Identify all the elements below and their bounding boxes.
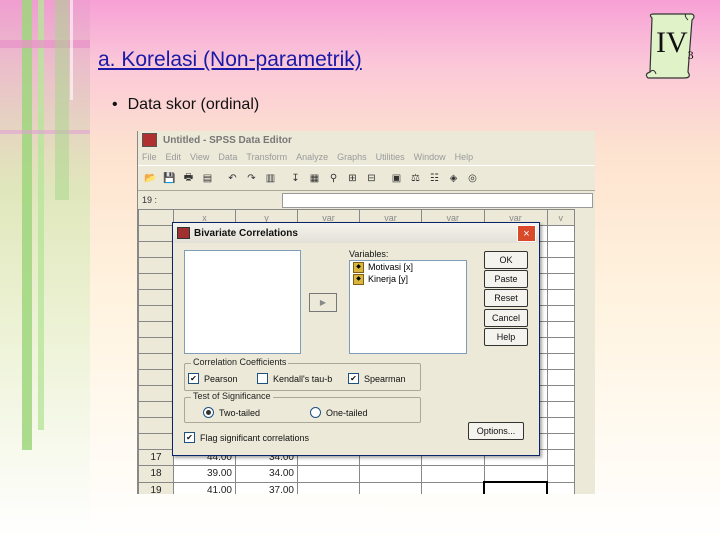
slide-title: a. Korelasi (Non-parametrik): [98, 48, 362, 71]
save-icon[interactable]: 💾: [161, 170, 178, 187]
option-label: Pearson: [204, 373, 238, 384]
row-number[interactable]: 18: [138, 465, 174, 483]
flag-significant-checkbox[interactable]: ✔ Flag significant correlations: [184, 432, 309, 443]
window-title: Untitled - SPSS Data Editor: [163, 134, 292, 146]
cell-y[interactable]: 34.00: [235, 465, 298, 483]
bullet-item: • Data skor (ordinal): [112, 96, 259, 114]
print-icon[interactable]: 🖶: [180, 170, 197, 187]
checkbox-unchecked-icon: [257, 373, 268, 384]
menu-transform[interactable]: Transform: [246, 152, 287, 162]
split-file-icon[interactable]: ▣: [388, 170, 405, 187]
paste-button[interactable]: Paste: [484, 270, 528, 288]
options-button[interactable]: Options...: [468, 422, 524, 440]
value-labels-icon[interactable]: ◈: [445, 170, 462, 187]
redo-icon[interactable]: ↷: [243, 170, 260, 187]
row-number[interactable]: 19: [138, 481, 174, 494]
radio-selected-icon: [203, 407, 214, 418]
scale-variable-icon: ◆: [353, 273, 364, 285]
list-item[interactable]: ◆ Kinerja [y]: [350, 273, 466, 285]
goto-chart-icon[interactable]: ▥: [262, 170, 279, 187]
checkbox-checked-icon: ✔: [184, 432, 195, 443]
variables-label: Variables:: [349, 249, 389, 259]
one-tailed-radio[interactable]: One-tailed: [310, 407, 368, 418]
spss-app-icon: [142, 133, 157, 147]
option-label: Flag significant correlations: [200, 432, 310, 443]
variable-name: Motivasi [x]: [368, 262, 414, 272]
selected-variables-list[interactable]: ◆ Motivasi [x] ◆ Kinerja [y]: [349, 260, 467, 354]
cell-x[interactable]: 39.00: [173, 465, 236, 483]
cell-value-input[interactable]: [282, 192, 593, 208]
column-header[interactable]: v: [546, 209, 575, 226]
source-variable-list[interactable]: [184, 250, 301, 354]
two-tailed-radio[interactable]: Two-tailed: [203, 407, 260, 418]
spearman-checkbox[interactable]: ✔ Spearman: [348, 373, 406, 384]
weight-cases-icon[interactable]: ⚖: [407, 170, 424, 187]
menu-graphs[interactable]: Graphs: [337, 152, 367, 162]
bullet-dot-icon: •: [112, 96, 118, 113]
decorative-strip: [0, 0, 90, 540]
goto-case-icon[interactable]: ↧: [287, 170, 304, 187]
select-cases-icon[interactable]: ☷: [426, 170, 443, 187]
menu-window[interactable]: Window: [414, 152, 446, 162]
menu-help[interactable]: Help: [455, 152, 474, 162]
menu-file[interactable]: File: [142, 152, 157, 162]
menu-bar: File Edit View Data Transform Analyze Gr…: [138, 149, 595, 165]
cell-editor-bar: 19 :: [138, 191, 595, 209]
list-item[interactable]: ◆ Motivasi [x]: [350, 261, 466, 273]
badge-main: IV: [656, 26, 688, 59]
close-icon[interactable]: ×: [517, 225, 536, 242]
group-title: Test of Significance: [191, 391, 273, 401]
insert-case-icon[interactable]: ⊞: [344, 170, 361, 187]
bivariate-correlations-dialog: Bivariate Correlations × ▶ Variables: ◆ M…: [172, 222, 540, 456]
scroll-badge-label: IV3: [656, 26, 694, 63]
cancel-button[interactable]: Cancel: [484, 309, 528, 327]
bullet-text: Data skor (ordinal): [127, 96, 260, 113]
menu-utilities[interactable]: Utilities: [376, 152, 405, 162]
cell-y[interactable]: 37.00: [235, 481, 298, 494]
variables-icon[interactable]: ▦: [306, 170, 323, 187]
checkbox-checked-icon: ✔: [348, 373, 359, 384]
table-row: 18 39.00 34.00: [138, 465, 575, 483]
active-cell[interactable]: [483, 481, 548, 494]
group-title: Correlation Coefficients: [191, 357, 289, 367]
variable-name: Kinerja [y]: [368, 274, 409, 284]
find-icon[interactable]: ⚲: [325, 170, 342, 187]
option-label: One-tailed: [326, 407, 368, 418]
kendall-checkbox[interactable]: Kendall's tau-b: [257, 373, 332, 384]
reset-button[interactable]: Reset: [484, 289, 528, 307]
row-number[interactable]: 17: [138, 449, 174, 466]
move-variable-arrow-icon[interactable]: ▶: [309, 293, 337, 312]
dialog-recall-icon[interactable]: ▤: [199, 170, 216, 187]
option-label: Kendall's tau-b: [273, 373, 333, 384]
help-button[interactable]: Help: [484, 328, 528, 346]
dialog-title: Bivariate Correlations: [194, 227, 298, 239]
undo-icon[interactable]: ↶: [224, 170, 241, 187]
badge-sub: 3: [687, 48, 694, 62]
option-label: Spearman: [364, 373, 406, 384]
pearson-checkbox[interactable]: ✔ Pearson: [188, 373, 238, 384]
insert-variable-icon[interactable]: ⊟: [363, 170, 380, 187]
menu-edit[interactable]: Edit: [166, 152, 182, 162]
option-label: Two-tailed: [219, 407, 261, 418]
ok-button[interactable]: OK: [484, 251, 528, 269]
cell-x[interactable]: 41.00: [173, 481, 236, 494]
window-titlebar: Untitled - SPSS Data Editor: [138, 131, 595, 149]
menu-view[interactable]: View: [190, 152, 209, 162]
toolbar: 📂 💾 🖶 ▤ ↶ ↷ ▥ ↧ ▦ ⚲ ⊞ ⊟ ▣ ⚖ ☷ ◈ ◎: [138, 165, 595, 191]
dialog-app-icon: [177, 227, 190, 239]
checkbox-checked-icon: ✔: [188, 373, 199, 384]
cell-reference: 19 :: [142, 195, 158, 205]
radio-unselected-icon: [310, 407, 321, 418]
scale-variable-icon: ◆: [353, 261, 364, 273]
use-sets-icon[interactable]: ◎: [464, 170, 481, 187]
menu-analyze[interactable]: Analyze: [296, 152, 328, 162]
open-icon[interactable]: 📂: [142, 170, 159, 187]
menu-data[interactable]: Data: [218, 152, 237, 162]
dialog-titlebar: Bivariate Correlations: [173, 223, 539, 243]
table-row: 19 41.00 37.00: [138, 481, 575, 494]
